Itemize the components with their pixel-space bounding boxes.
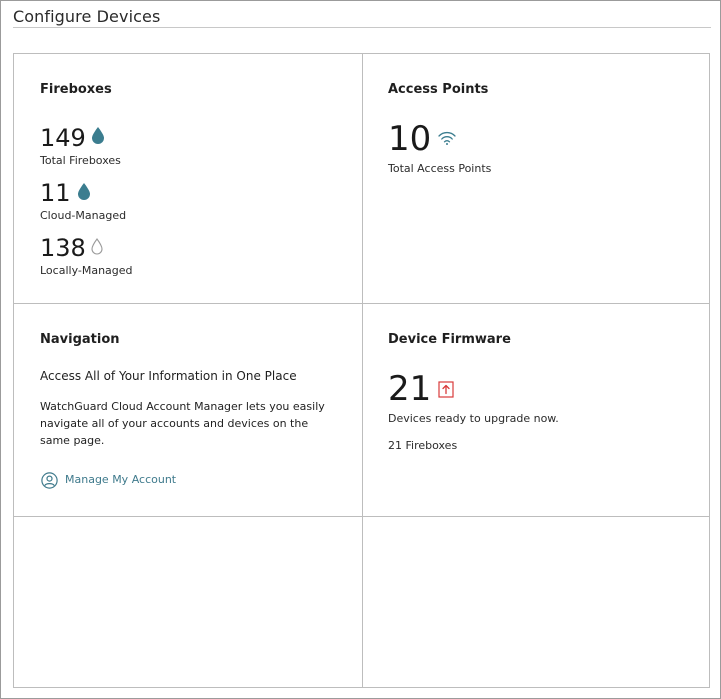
access-points-card: Access Points 10 Total Access Points: [363, 54, 709, 303]
total-access-points-label: Total Access Points: [388, 162, 492, 175]
droplet-filled-icon: [92, 127, 104, 144]
firmware-upgrade-count: 21: [388, 369, 432, 409]
user-circle-icon: [41, 472, 58, 489]
device-firmware-card: Device Firmware 21 Devices ready to upgr…: [363, 304, 709, 516]
page-title: Configure Devices: [13, 7, 161, 26]
empty-card-left: [14, 517, 362, 687]
total-access-points-count: 10: [388, 119, 432, 159]
total-fireboxes-label: Total Fireboxes: [40, 154, 121, 167]
fireboxes-title: Fireboxes: [40, 82, 112, 97]
total-fireboxes-count: 149: [40, 124, 86, 152]
droplet-outline-icon: [91, 238, 103, 255]
wifi-icon: [438, 131, 456, 145]
firmware-detail-text: 21 Fireboxes: [388, 439, 458, 452]
locally-managed-label: Locally-Managed: [40, 264, 133, 277]
locally-managed-count: 138: [40, 234, 86, 262]
navigation-heading: Access All of Your Information in One Pl…: [40, 369, 297, 383]
device-firmware-title: Device Firmware: [388, 332, 511, 347]
fireboxes-card: Fireboxes 149 Total Fireboxes 11 Cloud-M…: [14, 54, 362, 303]
droplet-filled-icon: [78, 183, 90, 200]
cloud-managed-count: 11: [40, 179, 71, 207]
firmware-status-text: Devices ready to upgrade now.: [388, 412, 559, 425]
dashboard-grid: Fireboxes 149 Total Fireboxes 11 Cloud-M…: [13, 53, 710, 688]
title-divider: [13, 27, 711, 28]
navigation-description: WatchGuard Cloud Account Manager lets yo…: [40, 400, 325, 447]
manage-account-link-label[interactable]: Manage My Account: [65, 473, 176, 486]
cloud-managed-label: Cloud-Managed: [40, 209, 127, 222]
access-points-title: Access Points: [388, 82, 489, 97]
navigation-title: Navigation: [40, 332, 120, 347]
upgrade-arrow-icon[interactable]: [438, 381, 454, 398]
navigation-card: Navigation Access All of Your Informatio…: [14, 304, 362, 516]
empty-card-right: [363, 517, 709, 687]
